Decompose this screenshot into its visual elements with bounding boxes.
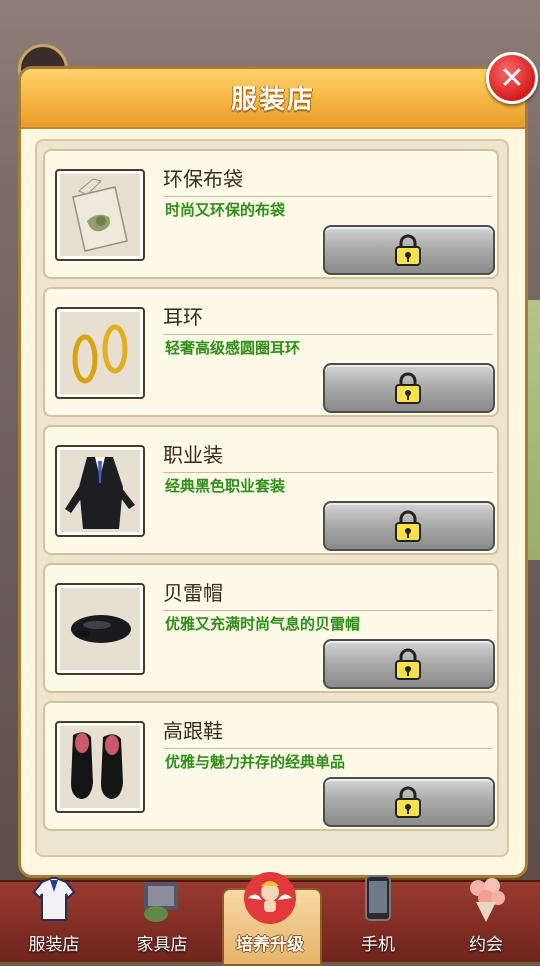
- locked-buy-button[interactable]: [323, 363, 495, 413]
- tab-training-upgrade[interactable]: 培养升级: [216, 872, 324, 966]
- shop-item: 贝雷帽 优雅又充满时尚气息的贝雷帽: [43, 563, 499, 693]
- locked-buy-button[interactable]: [323, 639, 495, 689]
- tab-label: 培养升级: [236, 935, 304, 955]
- business-suit-icon: [55, 445, 145, 537]
- hoop-earrings-icon: [55, 307, 145, 399]
- shop-item: 耳环 轻奢高级感圆圈耳环: [43, 287, 499, 417]
- cupid-icon: [244, 872, 296, 924]
- shop-item: 职业装 经典黑色职业套装: [43, 425, 499, 555]
- item-description: 优雅又充满时尚气息的贝雷帽: [165, 615, 361, 633]
- item-description: 优雅与魅力并存的经典单品: [165, 753, 346, 771]
- shop-dialog: 服装店 环保布袋 时尚又环保的布袋 耳环 轻奢高级感圆圈耳环 职业装 经典黑色职…: [18, 66, 528, 878]
- dialog-header: 服装店: [21, 69, 525, 129]
- phone-icon: [365, 875, 391, 921]
- tab-clothing-shop[interactable]: 服装店: [0, 877, 108, 962]
- item-description: 经典黑色职业套装: [165, 477, 286, 495]
- tab-label: 服装店: [28, 935, 80, 955]
- beret-icon: [55, 583, 145, 675]
- item-name: 职业装: [163, 439, 493, 473]
- furniture-icon: [144, 882, 178, 922]
- lock-icon: [395, 234, 421, 266]
- dialog-title: 服装店: [230, 85, 315, 115]
- tab-dating[interactable]: 约会: [432, 878, 540, 962]
- shop-item: 高跟鞋 优雅与魅力并存的经典单品: [43, 701, 499, 831]
- high-heels-icon: [55, 721, 145, 813]
- locked-buy-button[interactable]: [323, 501, 495, 551]
- tab-phone[interactable]: 手机: [324, 875, 432, 962]
- tab-label: 手机: [361, 935, 395, 955]
- lock-icon: [395, 786, 421, 818]
- item-description: 时尚又环保的布袋: [165, 201, 286, 219]
- item-name: 高跟鞋: [163, 715, 493, 749]
- close-button[interactable]: ✕: [486, 52, 538, 104]
- item-name: 耳环: [163, 301, 493, 335]
- tote-bag-icon: [55, 169, 145, 261]
- item-description: 轻奢高级感圆圈耳环: [165, 339, 301, 357]
- lock-icon: [395, 648, 421, 680]
- shop-item: 环保布袋 时尚又环保的布袋: [43, 149, 499, 279]
- tab-furniture-shop[interactable]: 家具店: [108, 882, 216, 962]
- locked-buy-button[interactable]: [323, 777, 495, 827]
- tab-label: 家具店: [136, 935, 188, 955]
- bouquet-icon: [470, 878, 505, 922]
- lock-icon: [395, 372, 421, 404]
- item-list: 环保布袋 时尚又环保的布袋 耳环 轻奢高级感圆圈耳环 职业装 经典黑色职业套装 …: [35, 139, 509, 857]
- locked-buy-button[interactable]: [323, 225, 495, 275]
- bottom-tab-bar: 服装店 家具店 培养升级 手机 约会: [0, 872, 540, 966]
- clothing-icon: [32, 877, 76, 921]
- lock-icon: [395, 510, 421, 542]
- tab-label: 约会: [469, 935, 503, 955]
- item-name: 贝雷帽: [163, 577, 493, 611]
- item-name: 环保布袋: [163, 163, 493, 197]
- close-x-icon: ✕: [499, 60, 525, 96]
